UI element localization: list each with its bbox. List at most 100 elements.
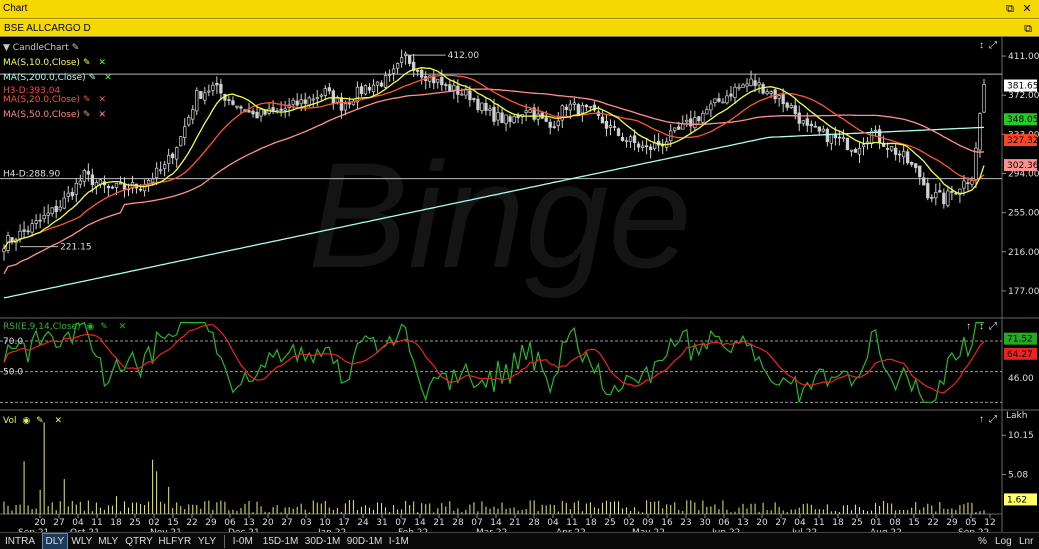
range-button[interactable]: I-1M [386,533,412,549]
timeframe-dly[interactable]: DLY [41,533,69,549]
candle-body[interactable] [825,128,830,143]
candle-body[interactable] [817,126,821,132]
candle-body[interactable] [383,75,388,88]
candle-body[interactable] [873,129,878,132]
scale-option-log[interactable]: Log [992,533,1015,549]
candle-body[interactable] [757,82,761,86]
candle-body[interactable] [10,237,14,242]
candle-body[interactable] [163,164,167,169]
candle-body[interactable] [677,126,681,130]
timeframe-hlfyr[interactable]: HLFYR [155,533,194,549]
candle-body[interactable] [673,127,677,131]
candle-body[interactable] [938,190,942,193]
candle-body[interactable] [604,121,609,129]
range-button[interactable]: I-0M [230,533,256,549]
candle-body[interactable] [171,153,175,159]
candle-body[interactable] [343,103,348,111]
candle-body[interactable] [572,102,576,105]
candle-body[interactable] [303,99,307,104]
candle-body[interactable] [114,183,119,188]
candle-body[interactable] [813,125,817,128]
candle-body[interactable] [898,153,902,156]
candle-body[interactable] [632,135,637,144]
candle-body[interactable] [841,137,846,139]
candle-body[interactable] [299,99,303,105]
candle-body[interactable] [295,100,299,106]
candle-body[interactable] [640,145,645,148]
candle-body[interactable] [749,78,753,87]
candle-body[interactable] [375,81,380,86]
candle-body[interactable] [769,91,773,94]
candle-body[interactable] [472,98,476,100]
remove-indicator-icon[interactable]: ✕ [98,56,106,71]
candle-body[interactable] [922,177,926,186]
candle-body[interactable] [725,95,729,104]
candle-body[interactable] [705,109,709,115]
close-icon[interactable]: ✕ [1020,2,1034,16]
candle-body[interactable] [154,167,159,179]
range-button[interactable]: 30D-1M [302,533,344,549]
candle-body[interactable] [66,192,70,197]
candle-body[interactable] [946,190,950,206]
candle-body[interactable] [889,145,894,151]
candle-body[interactable] [347,102,352,105]
candle-body[interactable] [239,106,243,109]
candle-body[interactable] [371,84,376,93]
candle-body[interactable] [38,219,42,222]
candle-body[interactable] [283,108,287,111]
candle-body[interactable] [793,105,797,114]
scale-option-lnr[interactable]: Lnr [1016,533,1036,549]
remove-indicator-icon[interactable]: ✕ [55,416,63,426]
candle-body[interactable] [809,123,813,127]
candle-body[interactable] [203,92,207,101]
candle-body[interactable] [777,95,781,99]
candle-body[interactable] [106,185,111,189]
pencil-icon[interactable]: ✎ [100,322,108,332]
candle-body[interactable] [367,87,372,91]
candle-body[interactable] [741,84,745,88]
candle-body[interactable] [829,133,834,144]
candle-body[interactable] [974,147,978,180]
candle-body[interactable] [86,171,90,175]
candle-body[interactable] [46,212,50,216]
candle-body[interactable] [408,55,412,64]
candle-body[interactable] [211,84,215,91]
candle-body[interactable] [753,80,757,86]
candle-body[interactable] [207,90,211,93]
candle-body[interactable] [765,91,769,95]
remove-indicator-icon[interactable]: ✕ [119,322,127,332]
candle-body[interactable] [616,128,621,136]
candle-body[interactable] [311,98,315,101]
candle-body[interactable] [42,215,46,220]
candle-body[interactable] [508,116,512,122]
candle-body[interactable] [58,206,62,211]
candle-body[interactable] [978,113,982,151]
candle-body[interactable] [966,182,970,185]
candle-body[interactable] [693,117,697,129]
candle-body[interactable] [187,116,191,126]
candle-body[interactable] [150,178,155,183]
candle-body[interactable] [291,99,295,105]
candle-body[interactable] [436,78,440,83]
candle-body[interactable] [745,83,749,87]
candle-body[interactable] [500,112,504,124]
candle-body[interactable] [910,161,914,165]
candle-body[interactable] [789,104,793,108]
candle-body[interactable] [697,116,701,122]
candle-body[interactable] [231,100,235,105]
candle-body[interactable] [175,147,179,160]
candle-body[interactable] [524,110,528,114]
candle-body[interactable] [199,91,203,99]
candle-body[interactable] [78,180,82,185]
candle-body[interactable] [70,191,74,197]
timeframe-intra[interactable]: INTRA [2,533,38,549]
candle-body[interactable] [235,105,239,108]
candle-body[interactable] [564,106,568,111]
candle-body[interactable] [845,137,850,150]
candle-body[interactable] [323,88,327,96]
candle-body[interactable] [797,112,801,124]
candle-body[interactable] [255,111,259,119]
candle-body[interactable] [440,76,444,86]
candle-body[interactable] [644,145,649,148]
candle-body[interactable] [359,86,364,94]
